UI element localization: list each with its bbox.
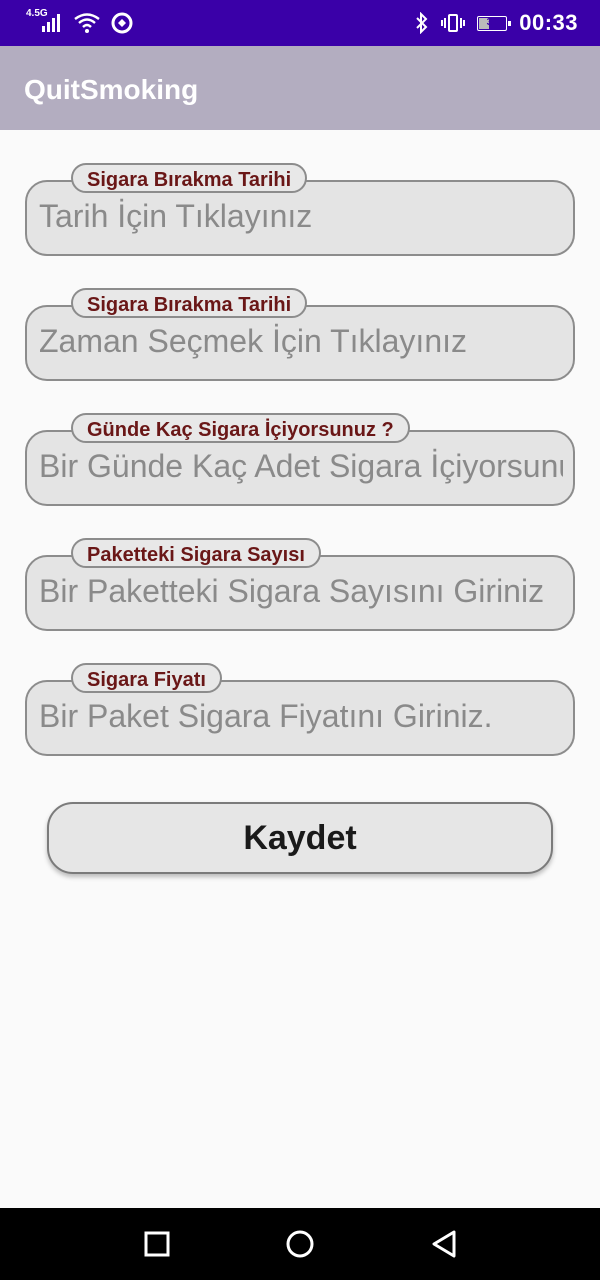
- battery-level: 39: [486, 16, 498, 28]
- quit-time-input[interactable]: Zaman Seçmek İçin Tıklayınız: [39, 323, 563, 360]
- sync-icon: [111, 12, 133, 34]
- pack-count-input[interactable]: Bir Paketteki Sigara Sayısını Giriniz: [39, 573, 563, 610]
- quit-date-input[interactable]: Tarih İçin Tıklayınız: [39, 198, 563, 235]
- navigation-bar: [0, 1208, 600, 1280]
- quit-date-label: Sigara Bırakma Tarihi: [71, 163, 308, 193]
- pack-price-input[interactable]: Bir Paket Sigara Fiyatını Giriniz.: [39, 698, 563, 735]
- pack-count-label: Paketteki Sigara Sayısı: [71, 538, 321, 568]
- app-bar: QuitSmoking: [0, 46, 600, 130]
- bluetooth-icon: [416, 12, 428, 34]
- status-left: 4.5G: [26, 8, 134, 36]
- pack-price-field[interactable]: Bir Paket Sigara Fiyatını Giriniz. Sigar…: [25, 663, 575, 756]
- pack-price-label: Sigara Fiyatı: [71, 663, 222, 693]
- signal-icon: 4.5G: [26, 8, 64, 36]
- vibrate-icon: [441, 14, 466, 32]
- quit-time-field[interactable]: Zaman Seçmek İçin Tıklayınız Sigara Bıra…: [25, 288, 575, 381]
- daily-cigarettes-label: Günde Kaç Sigara İçiyorsunuz ?: [71, 413, 410, 443]
- status-bar: 4.5G 39 00:33: [0, 0, 600, 46]
- home-icon[interactable]: [286, 1230, 314, 1258]
- daily-cigarettes-field[interactable]: Bir Günde Kaç Adet Sigara İçiyorsunuz Gü…: [25, 413, 575, 506]
- app-title: QuitSmoking: [24, 74, 199, 105]
- battery-icon: 39: [477, 15, 512, 31]
- wifi-icon: [74, 13, 100, 33]
- save-button[interactable]: Kaydet: [47, 802, 553, 874]
- recents-icon[interactable]: [143, 1230, 171, 1258]
- pack-count-field[interactable]: Bir Paketteki Sigara Sayısını Giriniz Pa…: [25, 538, 575, 631]
- quit-date-field[interactable]: Tarih İçin Tıklayınız Sigara Bırakma Tar…: [25, 163, 575, 256]
- quit-time-label: Sigara Bırakma Tarihi: [71, 288, 308, 318]
- back-icon[interactable]: [430, 1230, 458, 1258]
- status-right: 39 00:33: [415, 8, 578, 38]
- clock: 00:33: [519, 10, 578, 35]
- daily-cigarettes-input[interactable]: Bir Günde Kaç Adet Sigara İçiyorsunuz: [39, 448, 563, 485]
